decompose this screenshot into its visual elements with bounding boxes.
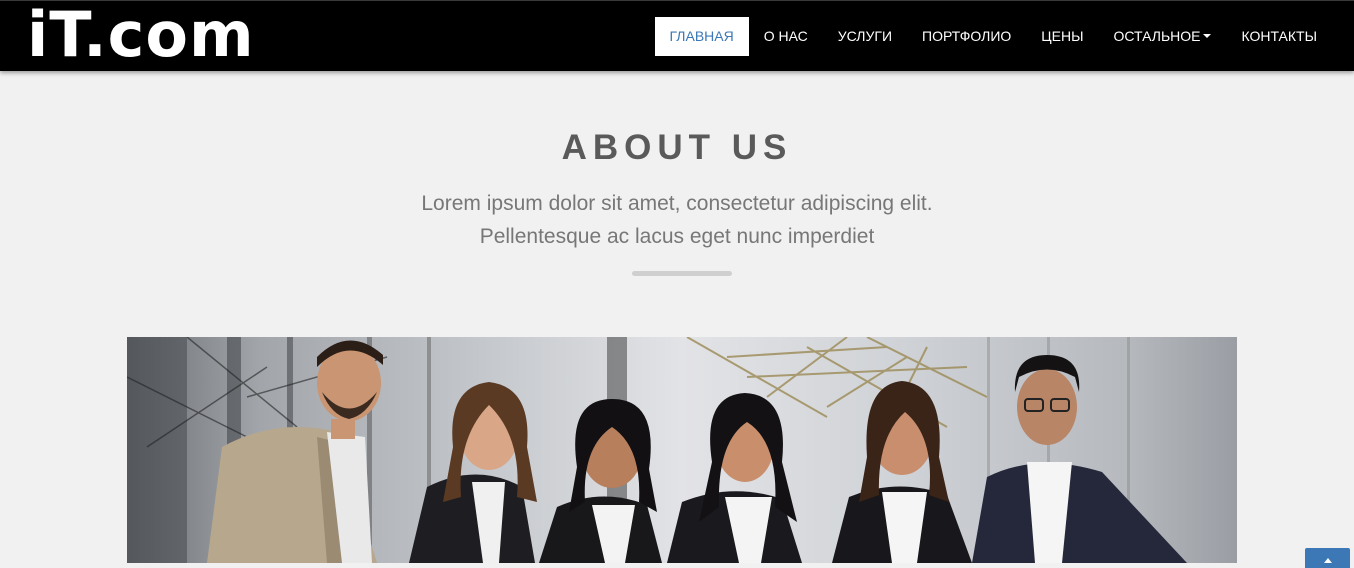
caret-down-icon [1203, 33, 1212, 38]
nav-dropdown-other[interactable]: ОСТАЛЬНОЕ [1098, 17, 1226, 56]
nav-link-home[interactable]: ГЛАВНАЯ [654, 17, 749, 56]
top-navbar: iT.com ГЛАВНАЯ О НАС УСЛУГИ ПОРТФОЛИО ЦЕ… [0, 0, 1354, 71]
subtitle-line-1: Lorem ipsum dolor sit amet, consectetur … [421, 192, 933, 215]
scroll-to-top-button[interactable] [1305, 548, 1350, 568]
team-photo-illustration [127, 337, 1187, 563]
nav-link-contacts[interactable]: КОНТАКТЫ [1226, 17, 1332, 56]
team-photo [127, 337, 1237, 563]
arrow-up-icon [1324, 558, 1332, 563]
section-subtitle: Lorem ipsum dolor sit amet, consectetur … [0, 187, 1354, 253]
nav-link-about[interactable]: О НАС [749, 17, 823, 56]
main-nav: ГЛАВНАЯ О НАС УСЛУГИ ПОРТФОЛИО ЦЕНЫ ОСТА… [654, 17, 1333, 56]
subtitle-line-2: Pellentesque ac lacus eget nunc imperdie… [479, 225, 875, 248]
nav-link-portfolio[interactable]: ПОРТФОЛИО [907, 17, 1026, 56]
nav-dropdown-other-label: ОСТАЛЬНОЕ [1113, 28, 1201, 44]
nav-link-services[interactable]: УСЛУГИ [823, 17, 907, 56]
site-logo[interactable]: iT.com [27, 0, 255, 75]
title-divider [632, 271, 732, 276]
section-title: ABOUT US [561, 128, 793, 167]
nav-link-prices[interactable]: ЦЕНЫ [1026, 17, 1098, 56]
